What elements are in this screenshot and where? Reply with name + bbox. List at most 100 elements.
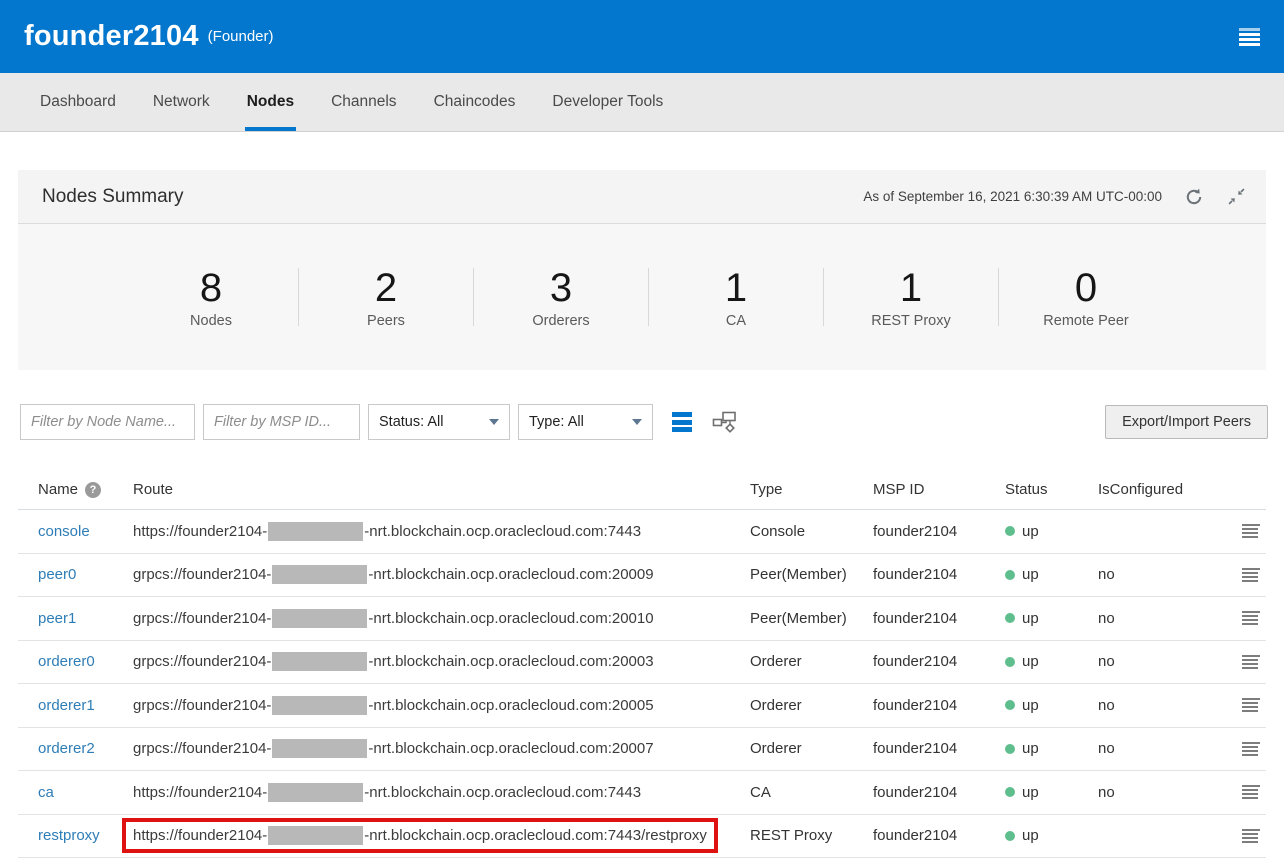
redaction-block xyxy=(272,565,367,584)
table-row: console https://founder2104--nrt.blockch… xyxy=(18,510,1266,554)
table-row: orderer1 grpcs://founder2104--nrt.blockc… xyxy=(18,684,1266,728)
redaction-block xyxy=(268,783,363,802)
nodes-summary-titlebar: Nodes Summary As of September 16, 2021 6… xyxy=(18,170,1266,224)
hamburger-icon[interactable] xyxy=(1239,28,1260,46)
row-menu-icon[interactable] xyxy=(1242,829,1260,843)
chevron-down-icon xyxy=(489,419,499,425)
route-cell-content: https://founder2104--nrt.blockchain.ocp.… xyxy=(133,522,641,541)
status-filter-value: Status: All xyxy=(379,414,443,430)
type-filter-dropdown[interactable]: Type: All xyxy=(518,404,653,440)
redaction-block xyxy=(268,826,363,845)
filter-node-name-input[interactable] xyxy=(20,404,195,440)
stat-remote-peer-value: 0 xyxy=(999,266,1173,310)
tab-channels[interactable]: Channels xyxy=(329,73,399,131)
status-dot xyxy=(1005,787,1015,797)
node-status: up xyxy=(1005,566,1098,583)
node-msp-id: founder2104 xyxy=(873,566,1005,583)
col-status: Status xyxy=(1005,481,1098,498)
node-name-link[interactable]: console xyxy=(38,523,133,540)
collapse-icon[interactable] xyxy=(1226,187,1246,207)
tab-network[interactable]: Network xyxy=(151,73,212,131)
as-of-timestamp: As of September 16, 2021 6:30:39 AM UTC-… xyxy=(863,189,1162,204)
stat-rest-proxy-label: REST Proxy xyxy=(824,313,998,329)
row-menu-icon[interactable] xyxy=(1242,568,1260,582)
status-text: up xyxy=(1022,653,1039,670)
stat-remote-peer-label: Remote Peer xyxy=(999,313,1173,329)
node-name-link[interactable]: orderer1 xyxy=(38,697,133,714)
node-is-configured: no xyxy=(1098,697,1240,714)
tab-developer-tools[interactable]: Developer Tools xyxy=(550,73,665,131)
node-msp-id: founder2104 xyxy=(873,523,1005,540)
redaction-block xyxy=(272,652,367,671)
node-msp-id: founder2104 xyxy=(873,697,1005,714)
topology-view-icon[interactable] xyxy=(712,411,737,434)
help-icon[interactable]: ? xyxy=(85,482,101,498)
table-row: peer1 grpcs://founder2104--nrt.blockchai… xyxy=(18,597,1266,641)
node-type: Peer(Member) xyxy=(750,566,873,583)
stat-ca-label: CA xyxy=(649,313,823,329)
node-status: up xyxy=(1005,610,1098,627)
redaction-block xyxy=(268,522,363,541)
node-msp-id: founder2104 xyxy=(873,784,1005,801)
stat-peers-value: 2 xyxy=(299,266,473,310)
route-cell-content: grpcs://founder2104--nrt.blockchain.ocp.… xyxy=(133,609,654,628)
nodes-table-body: console https://founder2104--nrt.blockch… xyxy=(18,510,1266,858)
stat-ca: 1 CA xyxy=(649,266,823,329)
view-toggle-group xyxy=(672,411,737,434)
node-name-link[interactable]: peer1 xyxy=(38,610,133,627)
tab-dashboard[interactable]: Dashboard xyxy=(38,73,118,131)
status-text: up xyxy=(1022,610,1039,627)
status-dot xyxy=(1005,613,1015,623)
status-text: up xyxy=(1022,740,1039,757)
node-route: grpcs://founder2104--nrt.blockchain.ocp.… xyxy=(133,609,750,628)
node-route: grpcs://founder2104--nrt.blockchain.ocp.… xyxy=(133,696,750,715)
node-status: up xyxy=(1005,523,1098,540)
nodes-summary-panel: Nodes Summary As of September 16, 2021 6… xyxy=(18,170,1266,370)
list-view-icon[interactable] xyxy=(672,412,692,432)
node-type: Console xyxy=(750,523,873,540)
row-menu-icon[interactable] xyxy=(1242,655,1260,669)
app-header: founder2104 (Founder) xyxy=(0,0,1284,73)
row-menu-icon[interactable] xyxy=(1242,611,1260,625)
status-text: up xyxy=(1022,827,1039,844)
nodes-table: Name ? Route Type MSP ID Status IsConfig… xyxy=(18,470,1266,858)
status-dot xyxy=(1005,700,1015,710)
status-text: up xyxy=(1022,566,1039,583)
row-menu-icon[interactable] xyxy=(1242,698,1260,712)
node-name-link[interactable]: orderer2 xyxy=(38,740,133,757)
refresh-icon[interactable] xyxy=(1184,187,1204,207)
node-status: up xyxy=(1005,827,1098,844)
route-cell-content: grpcs://founder2104--nrt.blockchain.ocp.… xyxy=(133,696,654,715)
table-row: restproxy https://founder2104--nrt.block… xyxy=(18,815,1266,858)
node-is-configured: no xyxy=(1098,566,1240,583)
row-menu-icon[interactable] xyxy=(1242,742,1260,756)
stat-nodes: 8 Nodes xyxy=(124,266,298,329)
node-name-link[interactable]: peer0 xyxy=(38,566,133,583)
tab-nodes[interactable]: Nodes xyxy=(245,73,296,131)
table-row: orderer0 grpcs://founder2104--nrt.blockc… xyxy=(18,641,1266,685)
export-import-peers-button[interactable]: Export/Import Peers xyxy=(1105,405,1268,439)
node-msp-id: founder2104 xyxy=(873,653,1005,670)
status-text: up xyxy=(1022,697,1039,714)
node-type: REST Proxy xyxy=(750,827,873,844)
row-menu-icon[interactable] xyxy=(1242,785,1260,799)
node-name-link[interactable]: restproxy xyxy=(38,827,133,844)
stat-orderers-label: Orderers xyxy=(474,313,648,329)
node-msp-id: founder2104 xyxy=(873,610,1005,627)
redaction-block xyxy=(272,739,367,758)
nodes-stats-row: 8 Nodes 2 Peers 3 Orderers 1 CA 1 REST P… xyxy=(18,224,1266,370)
col-is-configured: IsConfigured xyxy=(1098,481,1240,498)
filter-msp-id-input[interactable] xyxy=(203,404,360,440)
table-row: orderer2 grpcs://founder2104--nrt.blockc… xyxy=(18,728,1266,772)
status-filter-dropdown[interactable]: Status: All xyxy=(368,404,510,440)
node-status: up xyxy=(1005,653,1098,670)
node-name-link[interactable]: ca xyxy=(38,784,133,801)
node-route: grpcs://founder2104--nrt.blockchain.ocp.… xyxy=(133,739,750,758)
tab-chaincodes[interactable]: Chaincodes xyxy=(432,73,518,131)
stat-nodes-label: Nodes xyxy=(124,313,298,329)
row-menu-icon[interactable] xyxy=(1242,524,1260,538)
node-type: Orderer xyxy=(750,653,873,670)
nodes-table-header: Name ? Route Type MSP ID Status IsConfig… xyxy=(18,470,1266,510)
node-name-link[interactable]: orderer0 xyxy=(38,653,133,670)
main-tabbar: Dashboard Network Nodes Channels Chainco… xyxy=(0,73,1284,132)
